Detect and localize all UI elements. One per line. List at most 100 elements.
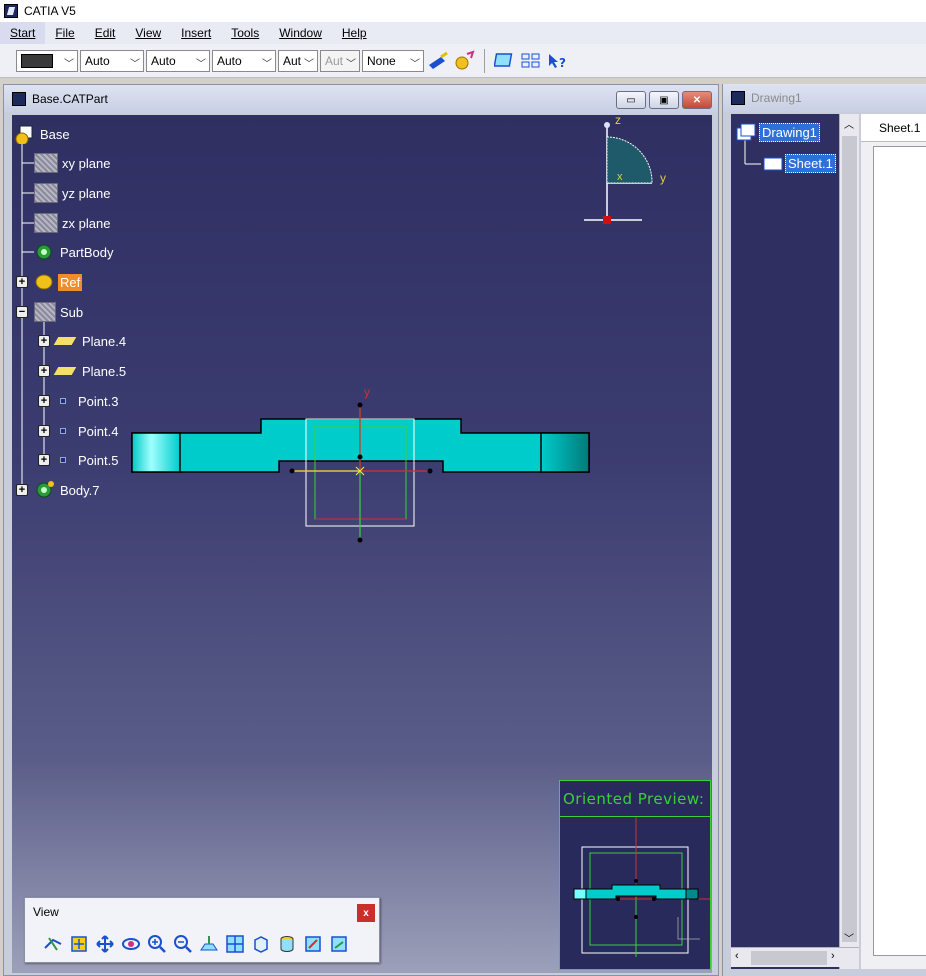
scrollbar-thumb[interactable] — [842, 136, 857, 942]
menu-file[interactable]: File — [45, 22, 84, 44]
color-select[interactable]: ﹀ — [16, 49, 78, 72]
chevron-down-icon: ﹀ — [130, 58, 140, 70]
select-value: None — [367, 53, 396, 68]
menu-edit[interactable]: Edit — [85, 22, 126, 44]
menu-help[interactable]: Help — [332, 22, 377, 44]
tree-item-yz-plane[interactable]: yz plane — [34, 182, 112, 204]
rendering-style-select[interactable]: Aut ﹀ — [320, 49, 360, 72]
linetype-select[interactable]: Auto ﹀ — [212, 49, 276, 72]
drawing-sheet-canvas[interactable] — [873, 146, 926, 956]
tree-item-plane4[interactable]: Plane.4 — [52, 330, 128, 352]
tree-item-ref[interactable]: Ref — [34, 271, 83, 293]
scroll-up-icon[interactable]: ︿ — [844, 116, 854, 131]
expand-plane5-toggle[interactable]: + — [38, 365, 50, 377]
zoom-out-icon[interactable] — [171, 932, 194, 955]
shading-icon[interactable] — [275, 932, 298, 955]
plane-icon — [34, 183, 58, 203]
tree-item-drawing1[interactable]: Drawing1 — [735, 122, 820, 142]
format-painter-icon[interactable] — [426, 49, 450, 73]
point-symbol-select[interactable]: Aut ﹀ — [278, 49, 318, 72]
tree-label: Point.4 — [78, 423, 119, 439]
body-gear-icon — [36, 481, 54, 498]
color-swatch — [21, 53, 53, 68]
geometrical-set-icon — [35, 274, 53, 290]
expand-plane4-toggle[interactable]: + — [38, 335, 50, 347]
expand-body7-toggle[interactable]: + — [16, 484, 28, 496]
tree-item-sheet1[interactable]: Sheet.1 — [763, 154, 836, 173]
view-toolbar-close-button[interactable]: x — [357, 904, 375, 922]
tree-root-base[interactable]: Base — [14, 123, 72, 145]
whats-this-icon[interactable]: ? — [545, 49, 569, 73]
tree-item-zx-plane[interactable]: zx plane — [34, 212, 112, 234]
restore-button[interactable]: ▣ — [649, 91, 679, 109]
chevron-down-icon: ﹀ — [304, 58, 314, 70]
tree-item-partbody[interactable]: PartBody — [34, 241, 115, 263]
quick-view-icon[interactable] — [249, 932, 272, 955]
app-title: CATIA V5 — [24, 4, 76, 18]
menu-view[interactable]: View — [125, 22, 171, 44]
menu-tools[interactable]: Tools — [221, 22, 269, 44]
plane-feature-icon — [53, 367, 77, 375]
axis-y-label: y — [364, 385, 370, 399]
tree-label: Point.5 — [78, 452, 119, 468]
sheet-icon — [763, 157, 783, 170]
fly-mode-icon[interactable] — [41, 932, 64, 955]
drawing-tree-vertical-scrollbar[interactable]: ︿ ﹀ — [839, 114, 859, 969]
zoom-in-icon[interactable] — [145, 932, 168, 955]
drawing-specification-tree: Drawing1 Sheet.1 — [731, 114, 839, 969]
scroll-left-icon[interactable]: ‹ — [735, 950, 739, 962]
rotate-icon[interactable] — [119, 932, 142, 955]
layer-select[interactable]: None ﹀ — [362, 49, 424, 72]
tree-item-point4[interactable]: Point.4 — [52, 420, 120, 442]
select-value: Auto — [151, 53, 176, 68]
preview-title: Oriented Preview: — [560, 781, 710, 817]
tree-label: Sub — [60, 304, 84, 320]
multi-view-icon[interactable] — [223, 932, 246, 955]
preview-geometry — [573, 817, 710, 957]
scroll-right-icon[interactable]: › — [831, 950, 835, 962]
select-value: Auto — [217, 53, 242, 68]
hide-show-icon[interactable] — [301, 932, 324, 955]
expand-point5-toggle[interactable]: + — [38, 454, 50, 466]
view-toolbar-titlebar[interactable]: View x — [25, 898, 379, 926]
pan-icon[interactable] — [93, 932, 116, 955]
point-icon — [60, 398, 66, 404]
tree-item-plane5[interactable]: Plane.5 — [52, 360, 128, 382]
tree-item-sub[interactable]: Sub — [34, 301, 85, 323]
scrollbar-thumb[interactable] — [751, 951, 827, 965]
close-button[interactable]: ✕ — [682, 91, 712, 109]
tree-label: Body.7 — [60, 482, 100, 498]
tab-sheet1[interactable]: Sheet.1 — [861, 114, 926, 142]
view-toolbar-title: View — [33, 905, 59, 919]
drawing-tree-horizontal-scrollbar[interactable]: ‹ › — [731, 947, 859, 967]
tree-item-xy-plane[interactable]: xy plane — [34, 152, 112, 174]
tree-item-point5[interactable]: Point.5 — [52, 449, 120, 471]
drawing-sheet-area: Sheet.1 — [861, 114, 926, 969]
swap-visible-space-icon[interactable] — [327, 932, 350, 955]
grid-icon[interactable] — [519, 49, 543, 73]
fit-all-in-icon[interactable] — [67, 932, 90, 955]
tools-palette-icon[interactable] — [493, 49, 517, 73]
linewidth-select[interactable]: Auto ﹀ — [146, 49, 210, 72]
transparency-select[interactable]: Auto ﹀ — [80, 49, 144, 72]
compass-z-label: z — [615, 115, 621, 127]
tree-label: PartBody — [60, 244, 114, 260]
scroll-down-icon[interactable]: ﹀ — [844, 930, 854, 945]
chevron-down-icon: ﹀ — [196, 58, 206, 70]
minimize-button[interactable]: ▭ — [616, 91, 646, 109]
collapse-sub-toggle[interactable]: − — [16, 306, 28, 318]
point-icon — [60, 457, 66, 463]
tree-label: Point.3 — [78, 393, 119, 409]
svg-text:?: ? — [559, 56, 566, 70]
menu-window[interactable]: Window — [269, 22, 332, 44]
expand-point3-toggle[interactable]: + — [38, 395, 50, 407]
expand-point4-toggle[interactable]: + — [38, 425, 50, 437]
drawing-icon — [736, 123, 756, 141]
menu-start[interactable]: Start — [0, 22, 46, 44]
tree-item-body7[interactable]: Body.7 — [34, 479, 102, 501]
tree-item-point3[interactable]: Point.3 — [52, 390, 120, 412]
normal-view-icon[interactable] — [197, 932, 220, 955]
menu-insert[interactable]: Insert — [171, 22, 221, 44]
expand-ref-toggle[interactable]: + — [16, 276, 28, 288]
graphic-properties-icon[interactable] — [452, 49, 476, 73]
